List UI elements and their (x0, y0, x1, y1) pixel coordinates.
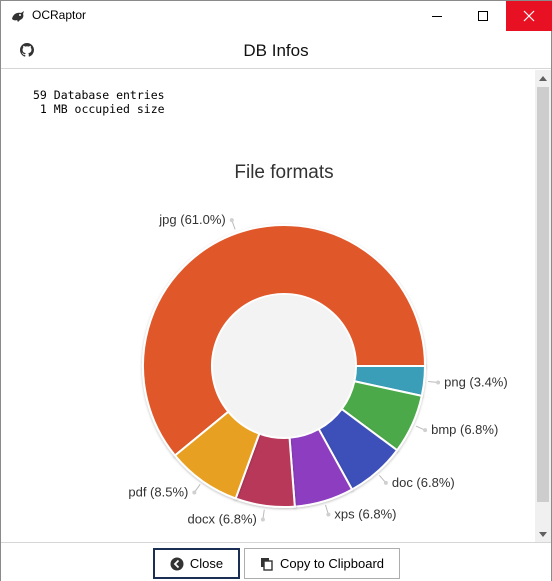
dialog-header: DB Infos (1, 31, 551, 69)
dialog-footer: Close Copy to Clipboard (1, 542, 551, 581)
slice-label-png: png (3.4%) (444, 375, 508, 390)
label-dot-bmp (423, 428, 428, 433)
slice-label-pdf: pdf (8.5%) (128, 484, 188, 499)
clipboard-icon (260, 557, 273, 571)
label-dot-docx (260, 517, 265, 522)
app-window: OCRaptor DB Infos 59 Database entries 1 … (0, 0, 552, 581)
content-area: 59 Database entries 1 MB occupied size F… (1, 70, 535, 542)
copy-button-label: Copy to Clipboard (279, 556, 385, 571)
label-dot-jpg (229, 218, 234, 223)
window-title: OCRaptor (32, 8, 87, 22)
maximize-icon (478, 11, 488, 21)
slice-label-doc: doc (6.8%) (392, 475, 455, 490)
label-dot-pdf (192, 490, 197, 495)
maximize-button[interactable] (460, 1, 506, 31)
slice-label-docx: docx (6.8%) (188, 512, 257, 527)
chart-title: File formats (234, 162, 333, 183)
copy-to-clipboard-button[interactable]: Copy to Clipboard (244, 548, 400, 579)
close-icon (523, 10, 535, 22)
slice-label-xps: xps (6.8%) (334, 507, 396, 522)
close-button[interactable]: Close (153, 548, 240, 579)
close-window-button[interactable] (506, 1, 552, 31)
chevron-up-icon (539, 75, 547, 81)
scrollbar-thumb[interactable] (537, 87, 549, 502)
label-dot-xps (326, 512, 331, 517)
label-dot-png (436, 380, 441, 385)
slice-label-jpg: jpg (61.0%) (158, 212, 225, 227)
file-formats-chart: File formats jpg (61.0%) png (3.4%) bmp (6… (128, 162, 508, 527)
chevron-down-icon (539, 531, 547, 537)
scroll-down-button[interactable] (535, 526, 551, 542)
scroll-up-button[interactable] (535, 70, 551, 86)
raptor-app-icon (12, 11, 24, 22)
slice-label-bmp: bmp (6.8%) (431, 422, 498, 437)
minimize-button[interactable] (414, 1, 460, 31)
label-dot-doc (383, 480, 388, 485)
minimize-icon (432, 15, 442, 17)
page-title: DB Infos (243, 41, 309, 60)
vertical-scrollbar[interactable] (535, 70, 551, 542)
title-bar[interactable]: OCRaptor (1, 1, 552, 31)
donut-hole (213, 295, 355, 437)
back-arrow-icon (170, 557, 184, 570)
close-button-label: Close (189, 556, 224, 571)
